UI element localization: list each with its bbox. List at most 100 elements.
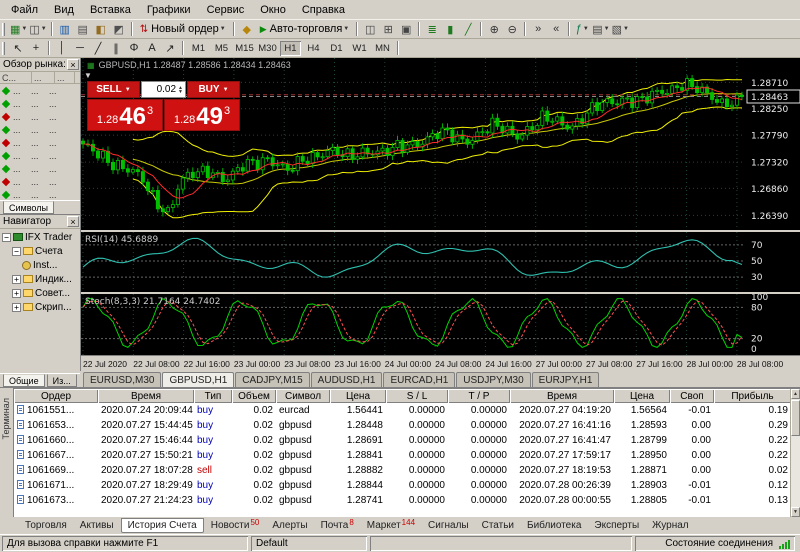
table-row[interactable]: 1061667...2020.07.27 15:50:21buy0.02gbpu… [14,448,800,463]
indicators-icon[interactable]: ƒ▼ [573,21,591,37]
chart-tab-audusd[interactable]: AUDUSD,H1 [311,372,383,387]
market-watch-row[interactable]: ......... [0,123,80,136]
column-header-tp[interactable]: T / P [448,389,510,403]
column-header-close-time[interactable]: Время [510,389,614,403]
templates-icon[interactable]: ▧▼ [611,21,630,37]
chart-tab-gbpusd[interactable]: GBPUSD,H1 [162,372,234,387]
volume-input[interactable]: 0.02 ▲▼ [141,81,186,98]
bid-column[interactable]: ... [32,72,55,84]
vertical-line-icon[interactable]: │ [53,40,71,56]
profiles-icon[interactable]: ◫▼ [28,21,47,37]
terminal-tab-3[interactable]: История Счета [121,518,204,533]
chart-tab-cadjpy[interactable]: CADJPY,M15 [235,372,309,387]
data-window-icon[interactable]: ▤ [74,21,92,37]
market-watch-row[interactable]: ......... [0,84,80,97]
autotrading-button[interactable]: ▶Авто-торговля▼ [256,21,354,37]
collapse-box-icon[interactable]: − [12,247,21,256]
nav-item-2[interactable]: −Счета [0,244,80,258]
timeframe-m5[interactable]: M5 [211,41,232,56]
buy-price-button[interactable]: 1.28 49 3 [164,99,240,131]
fibonacci-icon[interactable]: Φ [125,40,143,56]
market-watch-row[interactable]: ......... [0,149,80,162]
chart-shift-icon[interactable]: « [547,21,565,37]
menu-item-2[interactable]: Вид [46,1,82,19]
timeframe-d1[interactable]: D1 [326,41,347,56]
crosshair-icon[interactable]: + [27,40,45,56]
chart-tab-eurjpy[interactable]: EURJPY,H1 [532,372,600,387]
buy-button[interactable]: BUY ▼ [187,81,240,98]
terminal-tab-9[interactable]: Статьи [476,518,520,533]
column-header-type[interactable]: Тип [194,389,232,403]
market-watch-row[interactable]: ......... [0,162,80,175]
chart-tab-eurcad[interactable]: EURCAD,H1 [383,372,455,387]
terminal-tab-1[interactable]: Торговля [19,518,73,533]
table-row[interactable]: 1061673...2020.07.27 21:24:23buy0.02gbpu… [14,493,800,508]
line-chart-icon[interactable]: ╱ [459,21,477,37]
terminal-tab-12[interactable]: Журнал [646,518,695,533]
table-row[interactable]: 1061551...2020.07.24 20:09:44buy0.02eurc… [14,403,800,418]
terminal-tab-11[interactable]: Эксперты [588,518,645,533]
close-icon[interactable]: × [67,216,79,227]
menu-item-5[interactable]: Сервис [199,1,253,19]
stochastic-panel[interactable]: 10080200Stoch(8,3,3) 21.7164 24.7402 [81,294,800,355]
status-profile[interactable]: Default [251,536,367,551]
timeframe-mn[interactable]: MN [372,41,393,56]
symbol-column[interactable]: С... [0,72,32,84]
menu-item-3[interactable]: Вставка [82,1,139,19]
market-watch-row[interactable]: ......... [0,188,80,200]
terminal-tab-6[interactable]: Почта8 [315,518,360,533]
nav-item-4[interactable]: +Индик... [0,272,80,286]
sell-button[interactable]: SELL ▼ [87,81,140,98]
terminal-tab-2[interactable]: Активы [74,518,120,533]
terminal-tab-7[interactable]: Маркет144 [361,518,421,533]
column-header-open-time[interactable]: Время [98,389,194,403]
timeframe-h4[interactable]: H4 [303,41,324,56]
trendline-icon[interactable]: ╱ [89,40,107,56]
expand-box-icon[interactable]: + [12,289,21,298]
column-header-sl[interactable]: S / L [386,389,448,403]
table-row[interactable]: 1061653...2020.07.27 15:44:45buy0.02gbpu… [14,418,800,433]
tab-symbols[interactable]: Символы [3,201,54,214]
navigator-tab-2[interactable]: Из... [47,374,77,387]
column-header-close-price[interactable]: Цена [614,389,670,403]
column-header-symbol[interactable]: Символ [276,389,330,403]
chart-tab-eurusd[interactable]: EURUSD,M30 [83,372,161,387]
toolbar-grip[interactable] [2,42,5,55]
column-header-volume[interactable]: Объем [232,389,276,403]
timeframe-m30[interactable]: M30 [257,41,278,56]
connection-status[interactable]: Состояние соединения [635,536,795,551]
market-watch-row[interactable]: ......... [0,175,80,188]
sell-price-button[interactable]: 1.28 46 3 [87,99,163,131]
terminal-tab-8[interactable]: Сигналы [422,518,475,533]
chart-tab-usdjpy[interactable]: USDJPY,M30 [456,372,530,387]
vertical-scrollbar[interactable]: ▲▼ [790,389,800,517]
navigator-icon[interactable]: ◧ [92,21,110,37]
toolbar-grip[interactable] [2,23,5,36]
scroll-down-icon[interactable]: ▼ [791,507,800,517]
terminal-icon[interactable]: ◩ [110,21,128,37]
horizontal-line-icon[interactable]: ─ [71,40,89,56]
new-chart-icon[interactable]: ▦▼ [9,21,28,37]
table-row[interactable]: 1061660...2020.07.27 15:46:44buy0.02gbpu… [14,433,800,448]
nav-item-5[interactable]: +Совет... [0,286,80,300]
arrange-icons-icon[interactable]: ▣ [397,21,415,37]
arrows-icon[interactable]: ↗ [161,40,179,56]
navigator-tab-1[interactable]: Общие [3,374,45,387]
nav-item-6[interactable]: +Скрип... [0,300,80,314]
ask-column[interactable]: ... [55,72,75,84]
scroll-up-icon[interactable]: ▲ [791,389,800,399]
zoom-in-icon[interactable]: ⊕ [485,21,503,37]
terminal-tab-4[interactable]: Новости50 [205,518,266,533]
close-icon[interactable]: × [67,59,79,70]
cursor-icon[interactable]: ↖ [9,40,27,56]
column-header-open-price[interactable]: Цена [330,389,386,403]
menu-item-4[interactable]: Графики [139,1,199,19]
timeframe-h1[interactable]: H1 [280,41,301,56]
rsi-panel[interactable]: 705030RSI(14) 45.6889 [81,232,800,292]
collapse-box-icon[interactable]: − [2,233,11,242]
market-watch-row[interactable]: ......... [0,136,80,149]
menu-item-1[interactable]: Файл [3,1,46,19]
market-watch-row[interactable]: ......... [0,97,80,110]
menu-item-6[interactable]: Окно [252,1,294,19]
scroll-thumb[interactable] [791,400,800,436]
